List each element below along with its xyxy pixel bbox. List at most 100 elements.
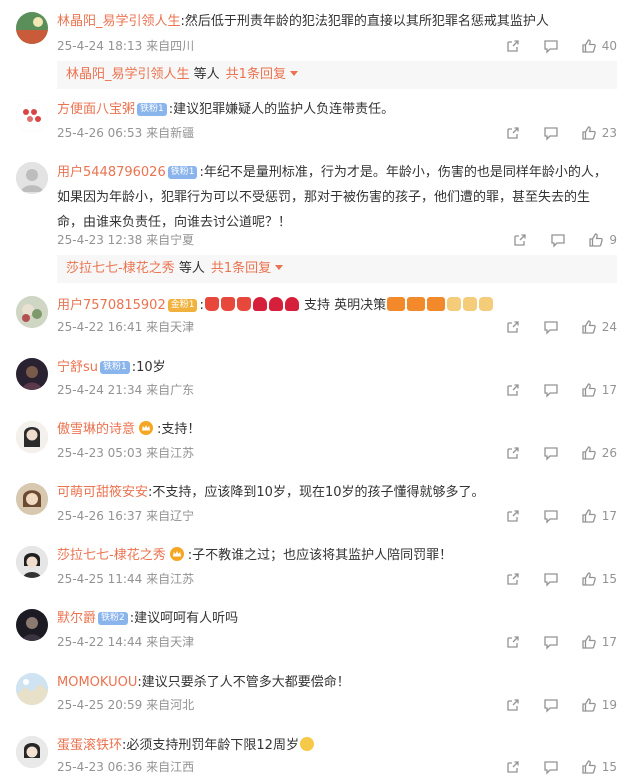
username-link[interactable]: 宁舒su: [57, 360, 98, 375]
avatar[interactable]: [16, 358, 48, 390]
comment-location: 来自江西: [146, 760, 195, 774]
comment-icon[interactable]: [543, 571, 559, 587]
avatar[interactable]: [16, 162, 48, 194]
comment-time: 25-4-26 16:37: [57, 509, 143, 523]
thumbs-up-icon[interactable]: [581, 634, 597, 650]
comment-text: :: [199, 298, 204, 313]
comment-text: :年纪不是量刑标准，行为才是。年龄小，伤害的也是同样年龄小的人，: [199, 165, 607, 180]
like-count: 24: [601, 320, 617, 334]
avatar[interactable]: [16, 483, 48, 515]
avatar[interactable]: [16, 100, 48, 132]
username-link[interactable]: 方便面八宝粥: [57, 102, 135, 117]
share-icon[interactable]: [505, 634, 521, 650]
like-count: 17: [601, 635, 617, 649]
avatar[interactable]: [16, 546, 48, 578]
comment-icon[interactable]: [543, 382, 559, 398]
comment-text: :10岁: [131, 360, 166, 375]
reply-username[interactable]: 莎拉七七-棣花之秀: [66, 261, 175, 276]
comment-time: 25-4-23 05:03: [57, 446, 143, 460]
comment-location: 来自江苏: [146, 572, 195, 586]
reply-count-link[interactable]: 共1条回复: [211, 261, 271, 276]
thumbs-up-icon[interactable]: [581, 571, 597, 587]
thumbs-up-icon[interactable]: [588, 232, 604, 248]
comment-icon[interactable]: [543, 38, 559, 54]
comment-text: :然后低于刑责年龄的犯法犯罪的直接以其所犯罪名惩戒其监护人: [180, 14, 549, 29]
share-icon[interactable]: [512, 232, 528, 248]
comment-location: 来自天津: [146, 635, 195, 649]
comment-icon[interactable]: [550, 232, 566, 248]
username-link[interactable]: 蛋蛋滚铁环: [57, 738, 122, 753]
comment-time: 25-4-25 11:44: [57, 572, 143, 586]
avatar[interactable]: [16, 12, 48, 44]
comment-location: 来自宁夏: [146, 233, 195, 247]
reply-summary[interactable]: 林晶阳_易学引领人生 等人 共1条回复: [57, 61, 617, 89]
comment-icon[interactable]: [543, 759, 559, 775]
reply-username[interactable]: 林晶阳_易学引领人生: [66, 67, 190, 82]
avatar[interactable]: [16, 296, 48, 328]
comment-text: 如果因为年龄小，犯罪行为可以不受惩罚，那对于被伤害的孩子，他们遭的罪，甚至失去的…: [57, 190, 591, 205]
thumbs-up-icon[interactable]: [581, 125, 597, 141]
share-icon[interactable]: [505, 445, 521, 461]
comment-text: 支持 英明决策: [303, 298, 387, 313]
reply-count-link[interactable]: 共1条回复: [226, 67, 286, 82]
like-count: 19: [601, 698, 617, 712]
comment-time: 25-4-23 12:38: [57, 233, 143, 247]
share-icon[interactable]: [505, 319, 521, 335]
thumbs-up-icon[interactable]: [581, 759, 597, 775]
avatar[interactable]: [16, 736, 48, 768]
thumbs-up-emoji-icon: [479, 297, 494, 311]
share-icon[interactable]: [505, 697, 521, 713]
comment-icon[interactable]: [543, 319, 559, 335]
avatar[interactable]: [16, 421, 48, 453]
fan-badge: 铁粉1: [167, 166, 198, 179]
fan-badge: 铁粉1: [100, 361, 130, 374]
rose-icon: [268, 297, 283, 311]
username-link[interactable]: 林晶阳_易学引领人生: [57, 14, 181, 29]
fan-badge: 铁粉1: [137, 103, 167, 116]
rose-icon: [284, 297, 299, 311]
comment-text: :子不教谁之过；也应该将其监护人陪同罚罪！: [187, 548, 453, 563]
share-icon[interactable]: [505, 508, 521, 524]
username-link[interactable]: 用户7570815902: [57, 298, 166, 313]
good-luck-icon: [407, 297, 426, 311]
thumbs-up-icon[interactable]: [581, 508, 597, 524]
thumbs-up-icon[interactable]: [581, 445, 597, 461]
comment-location: 来自四川: [146, 39, 195, 53]
thumbs-up-icon[interactable]: [581, 382, 597, 398]
thumbs-up-icon[interactable]: [581, 38, 597, 54]
username-link[interactable]: 用户5448796026: [57, 165, 166, 180]
comment-icon[interactable]: [543, 634, 559, 650]
share-icon[interactable]: [505, 125, 521, 141]
username-link[interactable]: 默尔爵: [57, 611, 96, 626]
chevron-down-icon[interactable]: [275, 265, 284, 270]
avatar[interactable]: [16, 673, 48, 705]
thumbs-up-icon[interactable]: [581, 697, 597, 713]
share-icon[interactable]: [505, 38, 521, 54]
comment-time: 25-4-23 06:36: [57, 760, 143, 774]
reply-summary[interactable]: 莎拉七七-棣花之秀 等人 共1条回复: [57, 255, 617, 283]
vip-crown-icon: [139, 421, 154, 435]
comment-time: 25-4-22 14:44: [57, 635, 143, 649]
comment-time: 25-4-22 16:41: [57, 320, 143, 334]
username-link[interactable]: 莎拉七七-棣花之秀: [57, 548, 166, 563]
comment-icon[interactable]: [543, 508, 559, 524]
comment-icon[interactable]: [543, 125, 559, 141]
thumbs-up-icon[interactable]: [581, 319, 597, 335]
avatar[interactable]: [16, 609, 48, 641]
share-icon[interactable]: [505, 571, 521, 587]
username-link[interactable]: MOMOKUOU: [57, 675, 137, 690]
like-count: 15: [601, 760, 617, 774]
share-icon[interactable]: [505, 759, 521, 775]
username-link[interactable]: 傲雪琳的诗意: [57, 422, 135, 437]
good-luck-icon: [387, 297, 406, 311]
username-link[interactable]: 可萌可甜筱安安: [57, 485, 148, 500]
comment-time: 25-4-25 20:59: [57, 698, 143, 712]
comment-icon[interactable]: [543, 697, 559, 713]
thumbs-up-emoji-icon: [463, 297, 478, 311]
share-icon[interactable]: [505, 382, 521, 398]
cake-icon: [204, 297, 219, 311]
chevron-down-icon[interactable]: [289, 71, 298, 76]
comment-icon[interactable]: [543, 445, 559, 461]
sad-face-icon: [299, 737, 314, 751]
like-count: 15: [601, 572, 617, 586]
